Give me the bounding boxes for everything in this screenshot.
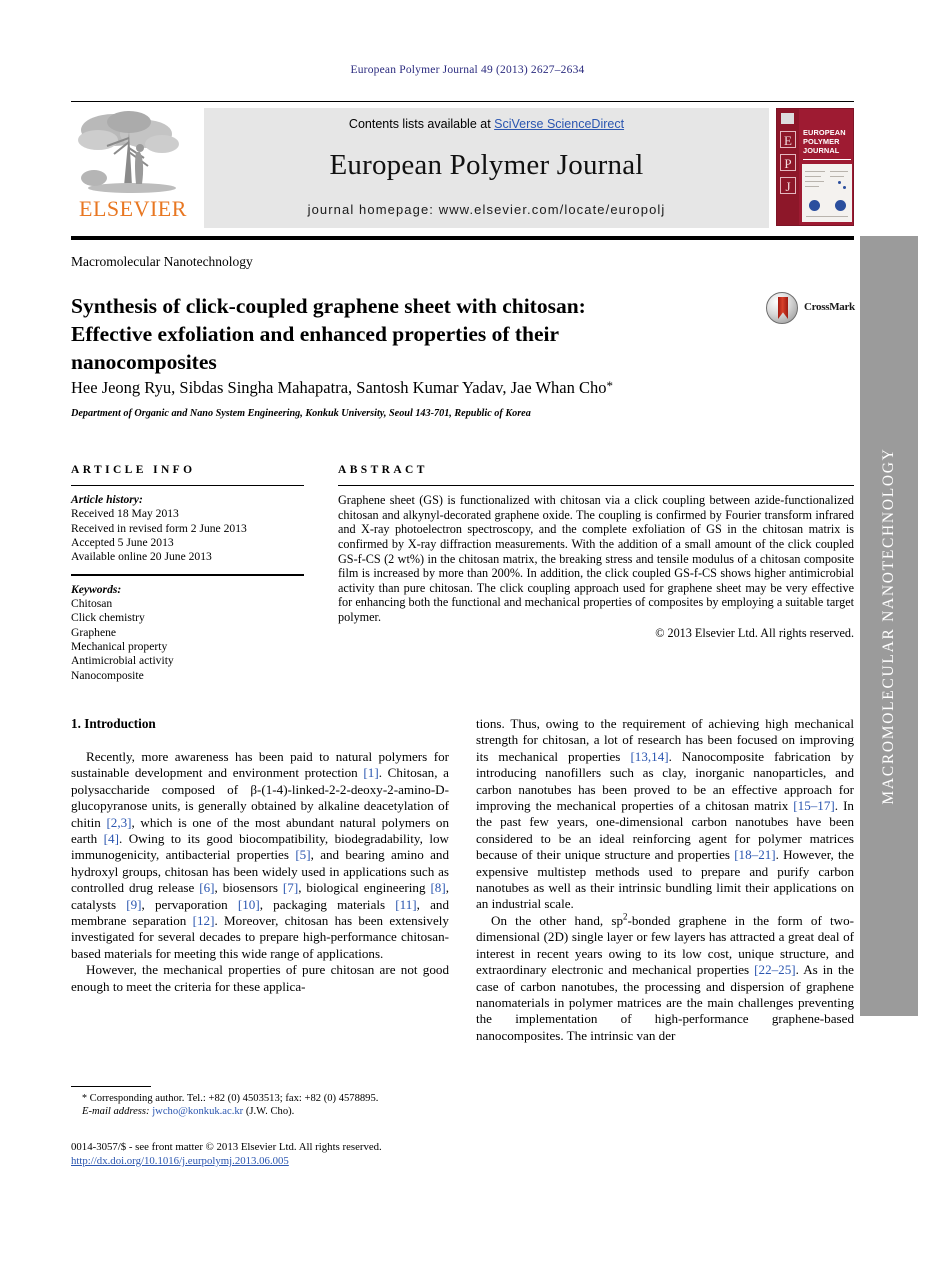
crossmark-ribbon-icon — [778, 297, 788, 319]
body-paragraph: On the other hand, sp2-bonded graphene i… — [476, 911, 854, 1043]
keyword-item: Click chemistry — [71, 611, 145, 625]
keyword-item: Nanocomposite — [71, 668, 144, 682]
keyword-item: Graphene — [71, 625, 117, 639]
cover-artwork — [802, 164, 852, 222]
article-info-block: ARTICLE INFO Article history: Received 1… — [71, 464, 304, 683]
issn-copyright-line: 0014-3057/$ - see front matter © 2013 El… — [71, 1141, 382, 1153]
introduction-heading: 1. Introduction — [71, 716, 156, 731]
keyword-item: Antimicrobial activity — [71, 654, 174, 668]
author-names: Hee Jeong Ryu, Sibdas Singha Mahapatra, … — [71, 378, 607, 397]
article-history-label: Article history: — [71, 493, 143, 507]
keywords-label: Keywords: — [71, 582, 122, 596]
sciencedirect-link[interactable]: SciVerse ScienceDirect — [494, 117, 624, 131]
journal-homepage[interactable]: journal homepage: www.elsevier.com/locat… — [204, 202, 769, 217]
page-title: Synthesis of click-coupled graphene shee… — [71, 294, 586, 375]
body-column-right: tions. Thus, owing to the requirement of… — [476, 716, 854, 1044]
body-paragraph: Recently, more awareness has been paid t… — [71, 749, 450, 961]
cover-publisher-mark-icon — [781, 113, 794, 124]
corresponding-author-note: Corresponding author. Tel.: +82 (0) 4503… — [87, 1093, 379, 1104]
abstract-block: ABSTRACT Graphene sheet (GS) is function… — [338, 464, 854, 641]
abstract-heading: ABSTRACT — [338, 464, 428, 476]
email-link[interactable]: jwcho@konkuk.ac.kr — [152, 1106, 243, 1117]
cover-title: EUROPEAN POLYMER JOURNAL — [803, 128, 852, 156]
email-suffix: (J.W. Cho). — [243, 1106, 295, 1118]
side-band-label: MACROMOLECULAR NANOTECHNOLOGY — [880, 447, 897, 805]
contents-band: Contents lists available at SciVerse Sci… — [204, 108, 769, 228]
running-head: European Polymer Journal 49 (2013) 2627–… — [350, 64, 585, 76]
masthead-bottom-rule — [71, 236, 854, 240]
history-item: Received 18 May 2013 — [71, 507, 179, 521]
cover-title-line2: POLYMER — [803, 137, 840, 147]
section-tag: Macromolecular Nanotechnology — [71, 254, 253, 269]
author-list: Hee Jeong Ryu, Sibdas Singha Mahapatra, … — [71, 378, 771, 398]
footnote-block: * Corresponding author. Tel.: +82 (0) 45… — [71, 1092, 451, 1119]
article-info-rule-mid — [71, 573, 304, 576]
keywords-block: Keywords: Chitosan Click chemistry Graph… — [71, 583, 304, 683]
elsevier-wordmark: ELSEVIER — [79, 196, 187, 221]
article-info-heading: ARTICLE INFO — [71, 464, 196, 476]
journal-cover-thumbnail: E P J EUROPEAN POLYMER JOURNAL — [776, 108, 854, 228]
article-info-rule-top — [71, 485, 304, 487]
abstract-rights: © 2013 Elsevier Ltd. All rights reserved… — [655, 625, 854, 640]
cover-letter-e: E — [780, 131, 796, 148]
cover-title-line3: JOURNAL — [803, 146, 840, 156]
keyword-item: Mechanical property — [71, 640, 168, 654]
contents-available-line: Contents lists available at SciVerse Sci… — [204, 117, 769, 131]
abstract-rule — [338, 485, 854, 487]
imprint-block: 0014-3057/$ - see front matter © 2013 El… — [71, 1141, 471, 1168]
doi-link[interactable]: http://dx.doi.org/10.1016/j.eurpolymj.20… — [71, 1155, 289, 1167]
elsevier-tree-icon — [78, 111, 179, 193]
body-paragraph: tions. Thus, owing to the requirement of… — [476, 716, 854, 912]
side-band: MACROMOLECULAR NANOTECHNOLOGY — [860, 236, 918, 1016]
journal-title: European Polymer Journal — [329, 149, 644, 181]
elsevier-logo: ELSEVIER — [71, 108, 197, 228]
crossmark-label: CrossMark — [804, 301, 855, 313]
history-item: Accepted 5 June 2013 — [71, 536, 174, 550]
keyword-item: Chitosan — [71, 597, 113, 611]
email-label: E-mail address: — [82, 1106, 150, 1118]
body-column-left: 1. Introduction Recently, more awareness… — [71, 716, 449, 995]
cover-title-line1: EUROPEAN — [803, 128, 846, 137]
cover-letter-j: J — [780, 177, 796, 194]
history-item: Available online 20 June 2013 — [71, 550, 212, 564]
contents-prefix: Contents lists available at — [348, 117, 495, 131]
footnote-rule — [71, 1086, 151, 1088]
affiliation: Department of Organic and Nano System En… — [71, 408, 531, 419]
article-history: Article history: Received 18 May 2013 Re… — [71, 493, 304, 564]
abstract-text: Graphene sheet (GS) is functionalized wi… — [338, 493, 854, 624]
corresponding-author-marker: * — [606, 378, 614, 393]
body-paragraph: However, the mechanical properties of pu… — [71, 962, 449, 994]
cover-letter-p: P — [780, 154, 796, 171]
history-item: Received in revised form 2 June 2013 — [71, 521, 247, 535]
crossmark-badge[interactable]: CrossMark — [766, 292, 856, 326]
journal-masthead: ELSEVIER Contents lists available at Sci… — [71, 101, 854, 232]
crossmark-circle-icon — [766, 292, 798, 324]
